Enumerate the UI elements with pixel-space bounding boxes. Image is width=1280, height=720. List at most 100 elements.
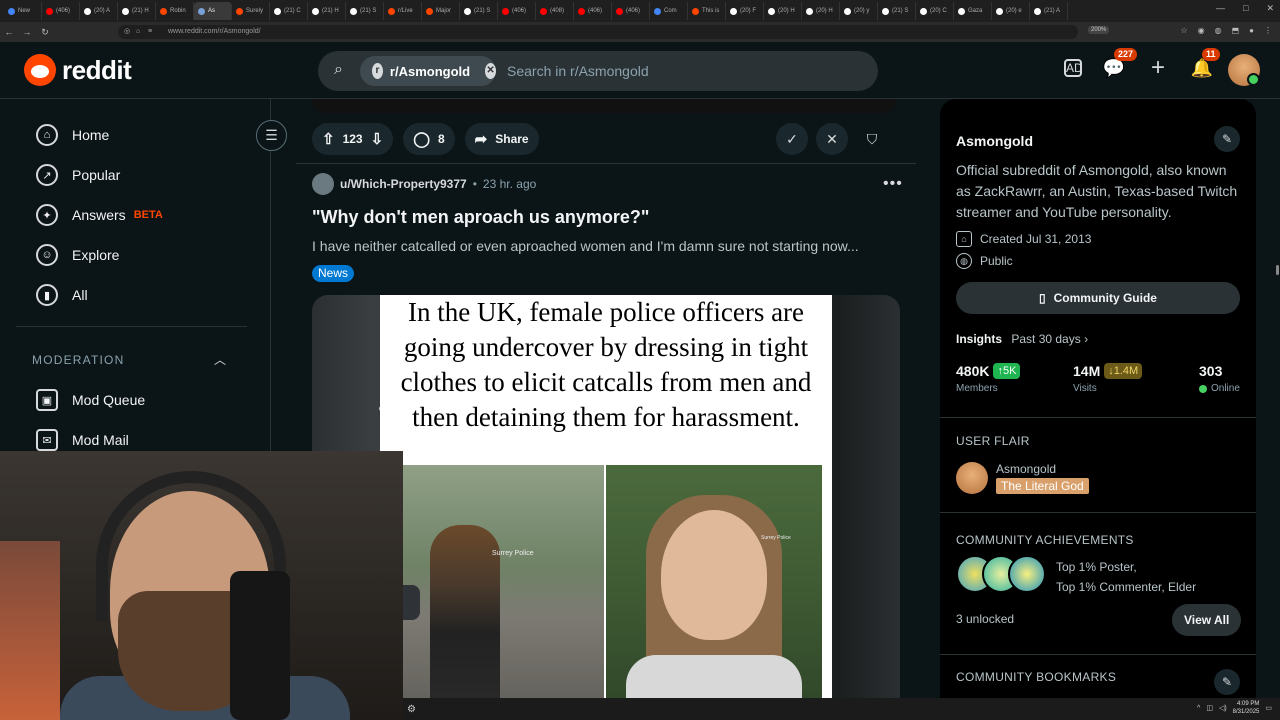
photo-officer-face: Surrey Police xyxy=(606,465,822,720)
back-icon[interactable]: ← xyxy=(0,27,18,37)
sidebar-item-all[interactable]: ▮ All xyxy=(36,275,246,315)
browser-tab[interactable]: This is xyxy=(688,2,726,20)
browser-tab[interactable]: New xyxy=(4,2,42,20)
chevron-up-icon[interactable]: ^ xyxy=(1197,705,1200,712)
tab-favicon-icon xyxy=(502,7,509,15)
comments-button[interactable]: ◯ 8 xyxy=(403,123,455,155)
browser-tab[interactable]: (406) xyxy=(498,2,536,20)
browser-tab[interactable]: (21) A xyxy=(1030,2,1068,20)
community-guide-button[interactable]: ▯ Community Guide xyxy=(956,282,1240,314)
browser-tab[interactable]: (21) S xyxy=(878,2,916,20)
browser-tab[interactable]: (406) xyxy=(42,2,80,20)
more-options-icon[interactable]: ••• xyxy=(883,175,903,193)
tab-favicon-icon xyxy=(160,7,167,15)
browser-tab[interactable]: (20) H xyxy=(764,2,802,20)
browser-tab[interactable]: (406) xyxy=(612,2,650,20)
author-name[interactable]: u/Which-Property9377 xyxy=(340,177,467,191)
search-bar[interactable]: ⌕ r r/Asmongold ✕ Search in r/Asmongold xyxy=(318,51,878,91)
tab-label: (20) A xyxy=(94,8,111,14)
flair-avatar xyxy=(956,462,988,494)
tab-favicon-icon xyxy=(46,7,53,15)
post-title[interactable]: "Why don't men aproach us anymore?" xyxy=(312,207,649,228)
advertise-icon[interactable]: AD xyxy=(1064,59,1083,77)
scrollbar-thumb[interactable] xyxy=(1276,265,1279,275)
insights-link[interactable]: Insights Past 30 days › xyxy=(956,332,1088,346)
settings-icon[interactable]: ⚙ xyxy=(407,704,416,715)
view-all-button[interactable]: View All xyxy=(1172,604,1242,636)
browser-tab[interactable]: Com xyxy=(650,2,688,20)
remove-button[interactable]: ✕ xyxy=(816,123,848,155)
browser-tab[interactable]: (20) y xyxy=(840,2,878,20)
sidebar-item-answers[interactable]: ✦ Answers BETA xyxy=(36,195,246,235)
clear-chip-icon[interactable]: ✕ xyxy=(485,63,496,79)
network-icon[interactable]: ◫ xyxy=(1206,704,1213,712)
chat-icon[interactable]: 💬 227 xyxy=(1102,48,1138,80)
maximize-icon[interactable]: □ xyxy=(1243,3,1248,14)
approve-button[interactable]: ✓ xyxy=(776,123,808,155)
browser-tab[interactable]: (20) C xyxy=(916,2,954,20)
reload-icon[interactable]: ↻ xyxy=(36,27,54,38)
browser-tab[interactable]: As xyxy=(194,2,232,20)
tab-favicon-icon xyxy=(122,7,129,15)
clock[interactable]: 4:09 PM 8/31/2025 xyxy=(1233,700,1260,716)
browser-tab[interactable]: (21) S xyxy=(346,2,384,20)
forward-icon[interactable]: → xyxy=(18,27,36,37)
upvote-icon[interactable]: ⇧ xyxy=(322,130,335,148)
sidebar-item-mod-queue[interactable]: ▣ Mod Queue xyxy=(36,380,246,420)
notification-center-icon[interactable]: ▭ xyxy=(1265,704,1272,712)
edit-bookmarks-button[interactable]: ✎ xyxy=(1214,669,1240,695)
author-avatar[interactable] xyxy=(312,173,334,195)
achievement-trophies[interactable] xyxy=(956,555,1046,593)
moderation-heading[interactable]: MODERATION xyxy=(32,353,124,367)
volume-icon[interactable]: ◁) xyxy=(1219,704,1227,712)
downvote-icon[interactable]: ⇩ xyxy=(371,130,384,148)
browser-tab[interactable]: (20) H xyxy=(802,2,840,20)
collapse-nav-button[interactable]: ☰ xyxy=(256,120,287,151)
profile-icon[interactable]: ● xyxy=(1249,26,1254,35)
browser-tab[interactable]: (21) H xyxy=(308,2,346,20)
watermark-text: Surrey Police xyxy=(492,550,534,557)
subreddit-search-chip[interactable]: r r/Asmongold ✕ xyxy=(360,56,496,86)
browser-tab[interactable]: Robin xyxy=(156,2,194,20)
zoom-level[interactable]: 200% xyxy=(1088,26,1110,34)
extension-icon[interactable]: ⬒ xyxy=(1232,26,1240,35)
url-field[interactable]: ◎ ⌂ ≡ www.reddit.com/r/Asmongold/ xyxy=(118,25,1078,39)
extension-icon[interactable]: ◉ xyxy=(1198,26,1205,35)
star-icon[interactable]: ☆ xyxy=(1180,26,1187,35)
browser-tab[interactable]: (21) C xyxy=(270,2,308,20)
logo-text: reddit xyxy=(62,54,132,85)
edit-community-button[interactable]: ✎ xyxy=(1214,126,1240,152)
tab-label: (21) C xyxy=(284,8,301,14)
browser-tab[interactable]: (21) S xyxy=(460,2,498,20)
menu-icon[interactable]: ⋮ xyxy=(1264,26,1272,35)
share-button[interactable]: ➦ Share xyxy=(464,123,539,155)
browser-tab[interactable]: Gaza xyxy=(954,2,992,20)
user-avatar[interactable] xyxy=(1228,54,1260,86)
post-body[interactable]: I have neither catcalled or even aproach… xyxy=(312,238,859,254)
browser-tab[interactable]: r/Live xyxy=(384,2,422,20)
chevron-up-icon[interactable]: ︿ xyxy=(214,351,226,368)
browser-tab[interactable]: (406) xyxy=(574,2,612,20)
browser-tab[interactable]: (21) H xyxy=(118,2,156,20)
extension-icon[interactable]: ◍ xyxy=(1215,26,1222,35)
tab-favicon-icon xyxy=(958,7,965,15)
minimize-icon[interactable]: — xyxy=(1216,3,1225,14)
post-flair[interactable]: News xyxy=(312,265,355,282)
reddit-logo[interactable]: reddit xyxy=(24,54,132,86)
browser-tab[interactable]: (20) A xyxy=(80,2,118,20)
search-input[interactable]: Search in r/Asmongold xyxy=(507,63,649,79)
browser-tab[interactable]: (20) F xyxy=(726,2,764,20)
sidebar-item-home[interactable]: ⌂ Home xyxy=(36,115,246,155)
browser-tab[interactable]: Surely xyxy=(232,2,270,20)
browser-tab[interactable]: (408) xyxy=(536,2,574,20)
create-post-icon[interactable]: + xyxy=(1146,56,1170,80)
sidebar-item-explore[interactable]: ☺ Explore xyxy=(36,235,246,275)
tab-label: (406) xyxy=(626,8,641,14)
sidebar-item-popular[interactable]: ↗ Popular xyxy=(36,155,246,195)
close-window-icon[interactable]: ✕ xyxy=(1266,3,1274,14)
browser-tab[interactable]: (20) e xyxy=(992,2,1030,20)
user-flair-preview[interactable]: Asmongold The Literal God xyxy=(956,462,1089,495)
notifications-icon[interactable]: 🔔 11 xyxy=(1190,48,1220,80)
mod-shield-button[interactable]: ⛉ xyxy=(856,123,888,155)
browser-tab[interactable]: Major xyxy=(422,2,460,20)
